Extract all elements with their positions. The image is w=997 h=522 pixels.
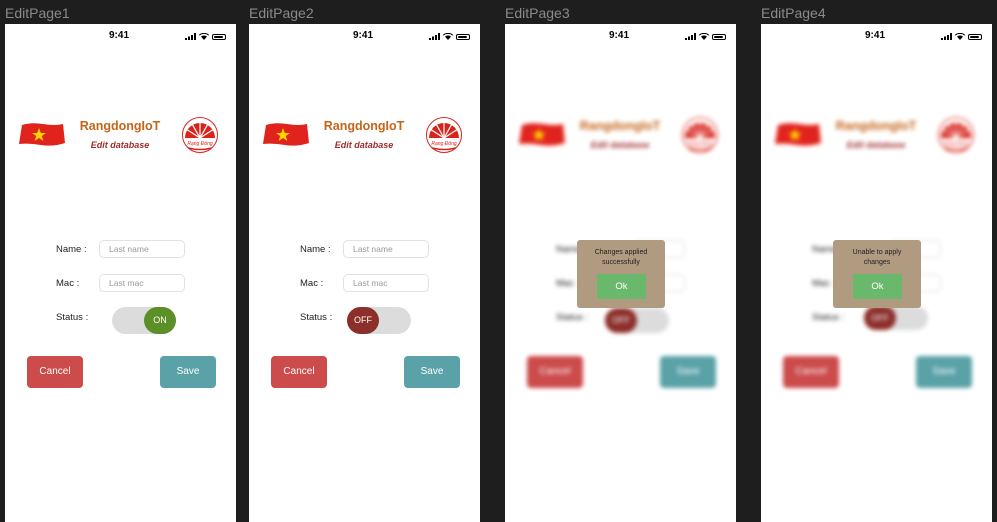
signal-icon xyxy=(685,33,696,40)
cancel-button[interactable]: Cancel xyxy=(27,356,83,388)
signal-icon xyxy=(429,33,440,40)
dialog-message-line: Changes applied xyxy=(594,249,648,256)
dialog-message-line: Unable to apply xyxy=(852,249,902,256)
cancel-button[interactable]: Cancel xyxy=(271,356,327,388)
status-label: Status : xyxy=(812,312,845,323)
vietnam-flag-icon xyxy=(775,123,821,146)
ok-button[interactable]: Ok xyxy=(597,274,646,299)
phone-frame-editpage4: 9:41 RangdongIoT Edit database Rạng Đông… xyxy=(761,24,992,522)
battery-icon xyxy=(212,33,226,40)
svg-text:Rạng Đông: Rạng Đông xyxy=(687,141,713,147)
frame-label: EditPage4 xyxy=(761,5,826,21)
rangdong-logo-icon: Rạng Đông xyxy=(182,117,218,153)
status-label: Status : xyxy=(56,312,89,323)
page-subtitle: Edit database xyxy=(590,140,650,150)
success-dialog: Changes applied successfully Ok xyxy=(577,240,665,308)
cancel-button[interactable]: Cancel xyxy=(527,356,583,388)
phone-frame-editpage2: 9:41 RangdongIoT Edit database Rạng Đông… xyxy=(249,24,480,522)
ok-button[interactable]: Ok xyxy=(853,274,902,299)
toggle-knob: ON xyxy=(144,307,176,334)
status-icons xyxy=(185,33,226,40)
frame-label: EditPage1 xyxy=(5,5,70,21)
save-button[interactable]: Save xyxy=(160,356,216,388)
page-subtitle: Edit database xyxy=(846,140,906,150)
name-input[interactable]: Last name xyxy=(99,240,185,258)
app-title: RangdongIoT xyxy=(323,119,405,133)
name-input[interactable]: Last name xyxy=(343,240,429,258)
rangdong-logo-icon: Rạng Đông xyxy=(426,117,462,153)
status-toggle[interactable]: OFF xyxy=(347,307,411,334)
signal-icon xyxy=(941,33,952,40)
mac-label: Mac : xyxy=(812,278,836,289)
battery-icon xyxy=(968,33,982,40)
signal-icon xyxy=(185,33,196,40)
screen-content: 9:41 RangdongIoT Edit database Rạng Đông… xyxy=(5,24,236,522)
save-button[interactable]: Save xyxy=(660,356,716,388)
app-title: RangdongIoT xyxy=(835,119,917,133)
save-button[interactable]: Save xyxy=(404,356,460,388)
status-icons xyxy=(941,33,982,40)
name-label: Name : xyxy=(300,244,331,255)
mac-label: Mac : xyxy=(56,278,80,289)
wifi-icon xyxy=(699,33,709,40)
status-label: Status : xyxy=(556,312,589,323)
toggle-knob: OFF xyxy=(347,307,379,334)
rangdong-logo-icon: Rạng Đông xyxy=(938,117,974,153)
rangdong-logo-icon: Rạng Đông xyxy=(682,117,718,153)
svg-text:Rạng Đông: Rạng Đông xyxy=(943,141,969,147)
svg-text:Rạng Đông: Rạng Đông xyxy=(187,141,213,147)
status-toggle[interactable]: OFF xyxy=(864,306,928,330)
phone-frame-editpage3: 9:41 RangdongIoT Edit database Rạng Đông… xyxy=(505,24,736,522)
dialog-message-line: changes xyxy=(863,259,891,266)
dialog-message: Changes applied successfully xyxy=(581,248,661,268)
status-time: 9:41 xyxy=(865,30,886,41)
status-toggle[interactable]: OFF xyxy=(605,308,669,333)
dialog-message-line: successfully xyxy=(602,259,640,266)
battery-icon xyxy=(456,33,470,40)
toggle-knob: OFF xyxy=(864,306,896,330)
frame-label: EditPage2 xyxy=(249,5,314,21)
battery-icon xyxy=(712,33,726,40)
vietnam-flag-icon xyxy=(263,123,309,146)
wifi-icon xyxy=(955,33,965,40)
mac-input[interactable]: Last mac xyxy=(99,274,185,292)
name-label: Name : xyxy=(56,244,87,255)
status-toggle[interactable]: ON xyxy=(112,307,176,334)
page-subtitle: Edit database xyxy=(90,140,150,150)
cancel-button[interactable]: Cancel xyxy=(783,356,839,388)
status-time: 9:41 xyxy=(353,30,374,41)
status-icons xyxy=(685,33,726,40)
dialog-message: Unable to apply changes xyxy=(837,248,917,268)
mac-input[interactable]: Last mac xyxy=(343,274,429,292)
wifi-icon xyxy=(443,33,453,40)
app-title: RangdongIoT xyxy=(579,119,661,133)
app-title: RangdongIoT xyxy=(79,119,161,133)
wifi-icon xyxy=(199,33,209,40)
mac-label: Mac : xyxy=(300,278,324,289)
screen-content: 9:41 RangdongIoT Edit database Rạng Đông… xyxy=(505,24,736,522)
status-time: 9:41 xyxy=(109,30,130,41)
vietnam-flag-icon xyxy=(19,123,65,146)
page-subtitle: Edit database xyxy=(334,140,394,150)
status-label: Status : xyxy=(300,312,333,323)
mac-label: Mac : xyxy=(556,278,580,289)
toggle-knob: OFF xyxy=(605,308,637,333)
screen-content: 9:41 RangdongIoT Edit database Rạng Đông… xyxy=(249,24,480,522)
vietnam-flag-icon xyxy=(519,123,565,146)
svg-text:Rạng Đông: Rạng Đông xyxy=(431,141,457,147)
phone-frame-editpage1: 9:41 RangdongIoT Edit database Rạng Đông… xyxy=(5,24,236,522)
status-time: 9:41 xyxy=(609,30,630,41)
screen-content: 9:41 RangdongIoT Edit database Rạng Đông… xyxy=(761,24,992,522)
save-button[interactable]: Save xyxy=(916,356,972,388)
error-dialog: Unable to apply changes Ok xyxy=(833,240,921,308)
frame-label: EditPage3 xyxy=(505,5,570,21)
status-icons xyxy=(429,33,470,40)
